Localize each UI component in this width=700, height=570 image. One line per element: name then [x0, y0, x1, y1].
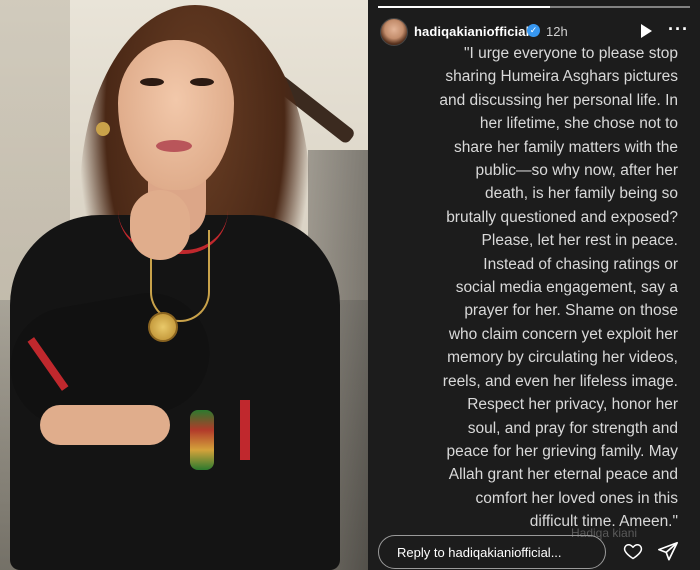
left-eye	[140, 78, 164, 86]
story-progress-fill	[378, 6, 550, 8]
reply-placeholder: Reply to hadiqakianiofficial...	[397, 545, 562, 560]
earring	[96, 122, 110, 136]
username[interactable]: hadiqakianiofficial	[414, 24, 529, 39]
colorful-bangle	[190, 410, 214, 470]
play-icon[interactable]	[641, 24, 652, 38]
story-progress-bar	[378, 6, 690, 8]
verified-badge-icon: ✓	[527, 24, 540, 37]
red-sleeve-cuff-right	[240, 400, 250, 460]
instagram-story[interactable]: hadiqakianiofficial ✓ 12h ··· "I urge ev…	[368, 0, 700, 570]
resting-hand	[40, 405, 170, 445]
hand-at-chin	[130, 190, 190, 260]
story-text: "I urge everyone to please stop sharing …	[439, 45, 678, 531]
right-eye	[190, 78, 214, 86]
send-icon[interactable]	[657, 540, 679, 562]
heart-icon[interactable]	[623, 541, 643, 561]
more-icon[interactable]: ···	[668, 20, 689, 38]
face	[118, 40, 234, 190]
portrait-photo	[0, 0, 368, 570]
lips	[156, 140, 192, 152]
gold-pendant	[148, 312, 178, 342]
reply-input[interactable]: Reply to hadiqakianiofficial...	[378, 535, 606, 569]
timestamp: 12h	[546, 24, 568, 39]
